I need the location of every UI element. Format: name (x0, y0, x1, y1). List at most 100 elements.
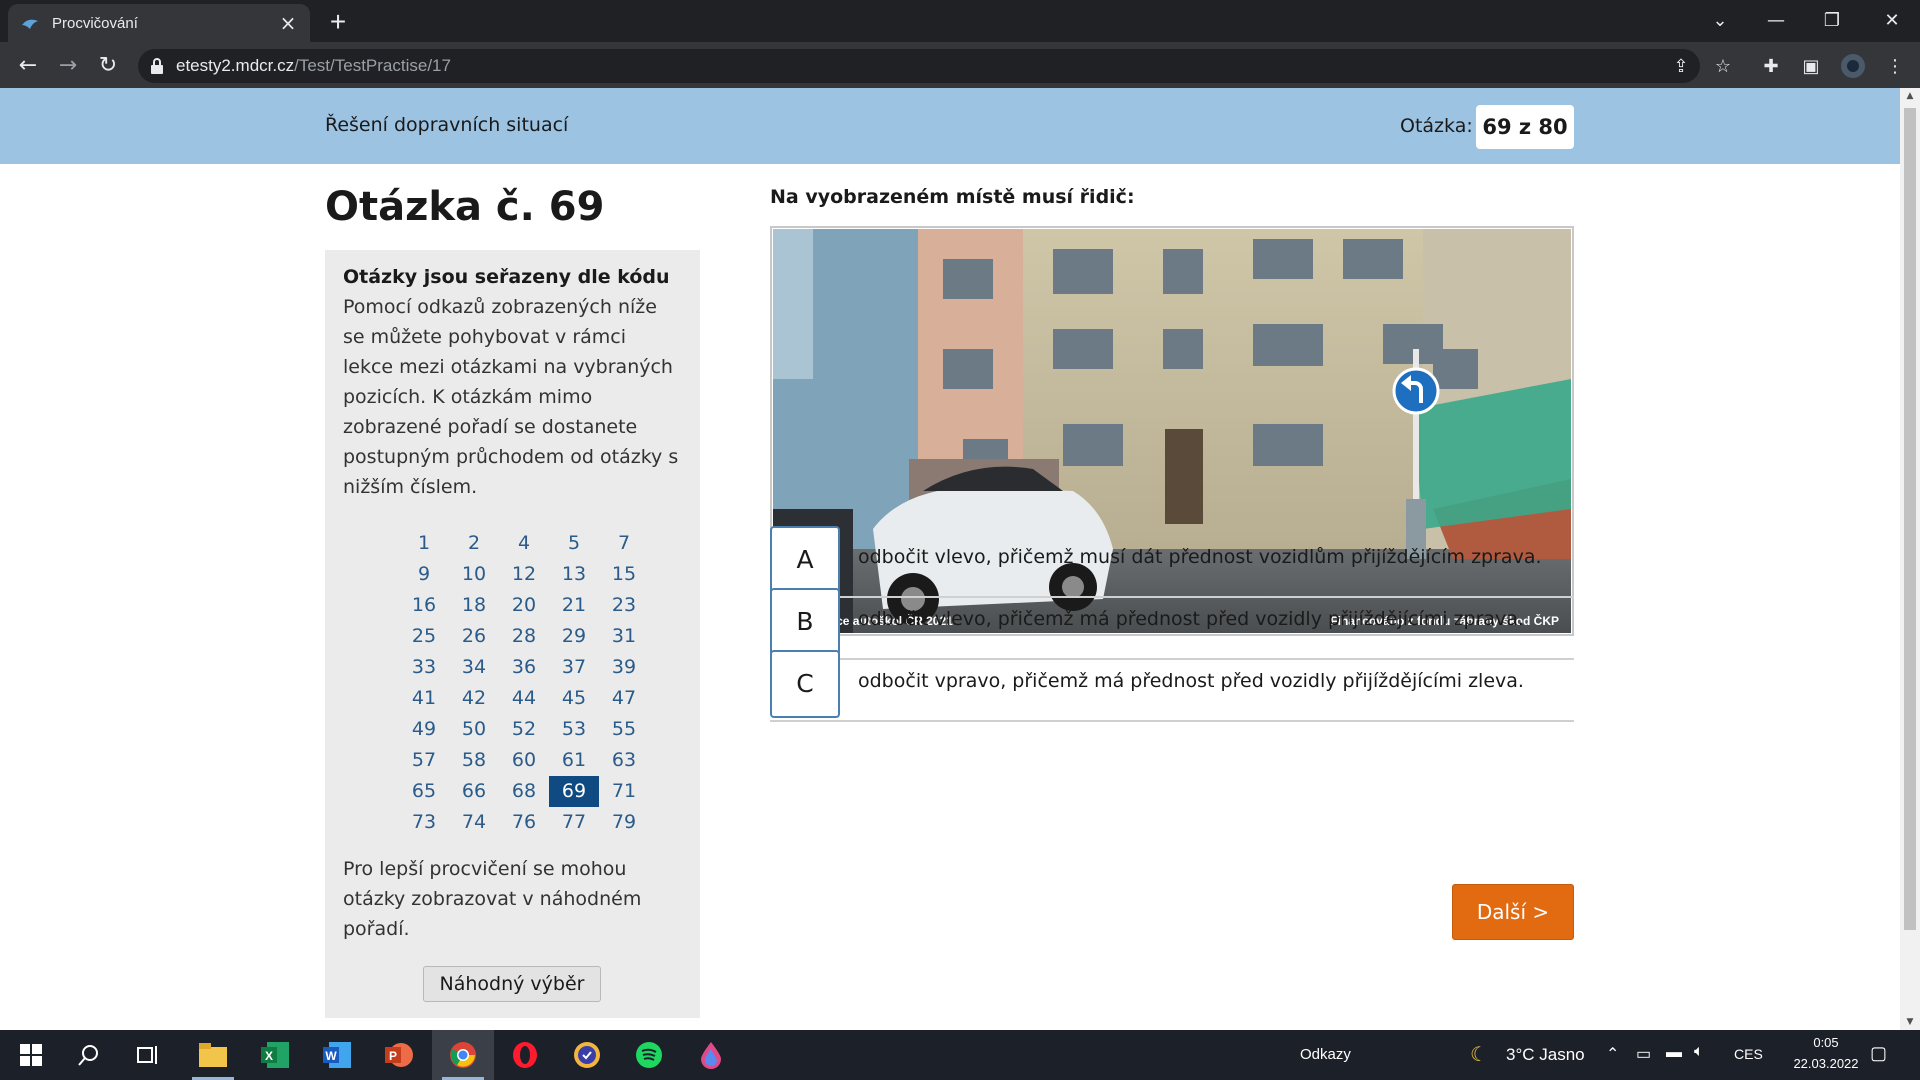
question-link[interactable]: 66 (449, 776, 499, 807)
question-link[interactable]: 23 (599, 590, 649, 621)
question-link[interactable]: 4 (499, 528, 549, 559)
question-link[interactable]: 45 (549, 683, 599, 714)
question-link[interactable]: 33 (399, 652, 449, 683)
search-icon[interactable] (58, 1030, 120, 1080)
address-bar[interactable]: etesty2.mdcr.cz/Test/TestPractise/17 (138, 49, 1700, 83)
question-link[interactable]: 53 (549, 714, 599, 745)
question-link[interactable]: 50 (449, 714, 499, 745)
scroll-down-arrow-icon[interactable]: ▼ (1900, 1014, 1920, 1030)
question-link[interactable]: 5 (549, 528, 599, 559)
question-link[interactable]: 76 (499, 807, 549, 838)
question-link[interactable]: 61 (549, 745, 599, 776)
question-link[interactable]: 41 (399, 683, 449, 714)
restore-button[interactable]: ❐ (1804, 0, 1860, 40)
answer-text[interactable]: odbočit vlevo, přičemž má přednost před … (858, 608, 1524, 630)
question-link[interactable]: 36 (499, 652, 549, 683)
question-link[interactable]: 55 (599, 714, 649, 745)
close-window-button[interactable]: ✕ (1864, 0, 1920, 40)
bookmark-star-icon[interactable]: ☆ (1708, 51, 1738, 81)
answer-option[interactable]: Codbočit vpravo, přičemž má přednost pře… (770, 648, 1574, 722)
answer-letter-button[interactable]: C (770, 650, 840, 718)
clock-date[interactable]: 22.03.2022 (1776, 1056, 1876, 1071)
question-link[interactable]: 49 (399, 714, 449, 745)
question-link[interactable]: 57 (399, 745, 449, 776)
answer-text[interactable]: odbočit vpravo, přičemž má přednost před… (858, 670, 1524, 692)
next-button[interactable]: Další > (1452, 884, 1574, 940)
answer-letter-button[interactable]: B (770, 588, 840, 656)
question-link[interactable]: 13 (549, 559, 599, 590)
tab-search-icon[interactable]: ⌄ (1692, 0, 1748, 40)
reload-icon[interactable]: ↻ (92, 49, 124, 81)
opera-icon[interactable] (494, 1030, 556, 1080)
question-link[interactable]: 44 (499, 683, 549, 714)
question-link[interactable]: 73 (399, 807, 449, 838)
input-language[interactable]: CES (1734, 1046, 1763, 1062)
scroll-thumb[interactable] (1904, 108, 1916, 930)
question-link[interactable]: 18 (449, 590, 499, 621)
menu-dots-icon[interactable]: ⋮ (1880, 51, 1910, 81)
minimize-button[interactable]: — (1748, 0, 1804, 40)
vpn-shield-icon[interactable] (556, 1030, 618, 1080)
question-link[interactable]: 15 (599, 559, 649, 590)
question-link[interactable]: 34 (449, 652, 499, 683)
question-link[interactable]: 9 (399, 559, 449, 590)
word-icon[interactable]: W (306, 1030, 368, 1080)
droplet-app-icon[interactable] (680, 1030, 742, 1080)
new-tab-button[interactable]: + (322, 6, 354, 38)
question-link[interactable]: 7 (599, 528, 649, 559)
question-link[interactable]: 68 (499, 776, 549, 807)
question-link[interactable]: 16 (399, 590, 449, 621)
question-link[interactable]: 31 (599, 621, 649, 652)
question-link[interactable]: 26 (449, 621, 499, 652)
answer-letter-button[interactable]: A (770, 526, 840, 594)
battery-icon[interactable]: ▬ (1666, 1044, 1682, 1062)
clock-time[interactable]: 0:05 (1798, 1035, 1854, 1050)
page-scrollbar[interactable]: ▲ ▼ (1900, 88, 1920, 1030)
file-explorer-icon[interactable] (182, 1030, 244, 1080)
question-link[interactable]: 2 (449, 528, 499, 559)
powerpoint-icon[interactable]: P (368, 1030, 430, 1080)
question-link[interactable]: 29 (549, 621, 599, 652)
share-icon[interactable]: ⇪ (1666, 51, 1696, 81)
chrome-icon[interactable] (432, 1030, 494, 1080)
question-link[interactable]: 10 (449, 559, 499, 590)
side-panel-icon[interactable]: ▣ (1796, 51, 1826, 81)
random-selection-button[interactable]: Náhodný výběr (423, 966, 601, 1002)
question-link[interactable]: 37 (549, 652, 599, 683)
question-link[interactable]: 1 (399, 528, 449, 559)
spotify-icon[interactable] (618, 1030, 680, 1080)
question-link[interactable]: 20 (499, 590, 549, 621)
weather-text[interactable]: 3°C Jasno (1506, 1045, 1585, 1065)
question-link[interactable]: 39 (599, 652, 649, 683)
question-link[interactable]: 25 (399, 621, 449, 652)
question-link[interactable]: 21 (549, 590, 599, 621)
question-link[interactable]: 28 (499, 621, 549, 652)
volume-icon[interactable]: 🔈︎ (1694, 1043, 1704, 1061)
question-link[interactable]: 63 (599, 745, 649, 776)
question-link[interactable]: 71 (599, 776, 649, 807)
question-link[interactable]: 65 (399, 776, 449, 807)
show-hidden-icons-chevron-icon[interactable]: ⌃ (1606, 1044, 1619, 1064)
question-link[interactable]: 47 (599, 683, 649, 714)
question-link[interactable]: 60 (499, 745, 549, 776)
network-icon[interactable]: ▭ (1636, 1044, 1651, 1064)
question-link[interactable]: 12 (499, 559, 549, 590)
question-link-current[interactable]: 69 (549, 776, 599, 807)
scroll-up-arrow-icon[interactable]: ▲ (1900, 88, 1920, 104)
start-windows-icon[interactable] (0, 1030, 62, 1080)
forward-arrow-icon[interactable]: → (52, 49, 84, 81)
extensions-puzzle-icon[interactable]: ✚ (1756, 51, 1786, 81)
task-view-icon[interactable] (118, 1030, 180, 1080)
profile-avatar-icon[interactable] (1838, 51, 1868, 81)
tab-close-icon[interactable]: × (278, 11, 298, 35)
browser-tab[interactable]: Procvičování × (8, 4, 310, 42)
question-link[interactable]: 52 (499, 714, 549, 745)
answer-text[interactable]: odbočit vlevo, přičemž musí dát přednost… (858, 546, 1542, 568)
weather-moon-icon[interactable]: ☾ (1470, 1042, 1488, 1067)
back-arrow-icon[interactable]: ← (12, 49, 44, 81)
question-link[interactable]: 58 (449, 745, 499, 776)
question-link[interactable]: 79 (599, 807, 649, 838)
question-link[interactable]: 77 (549, 807, 599, 838)
links-toolbar-label[interactable]: Odkazy (1300, 1046, 1351, 1063)
question-link[interactable]: 42 (449, 683, 499, 714)
